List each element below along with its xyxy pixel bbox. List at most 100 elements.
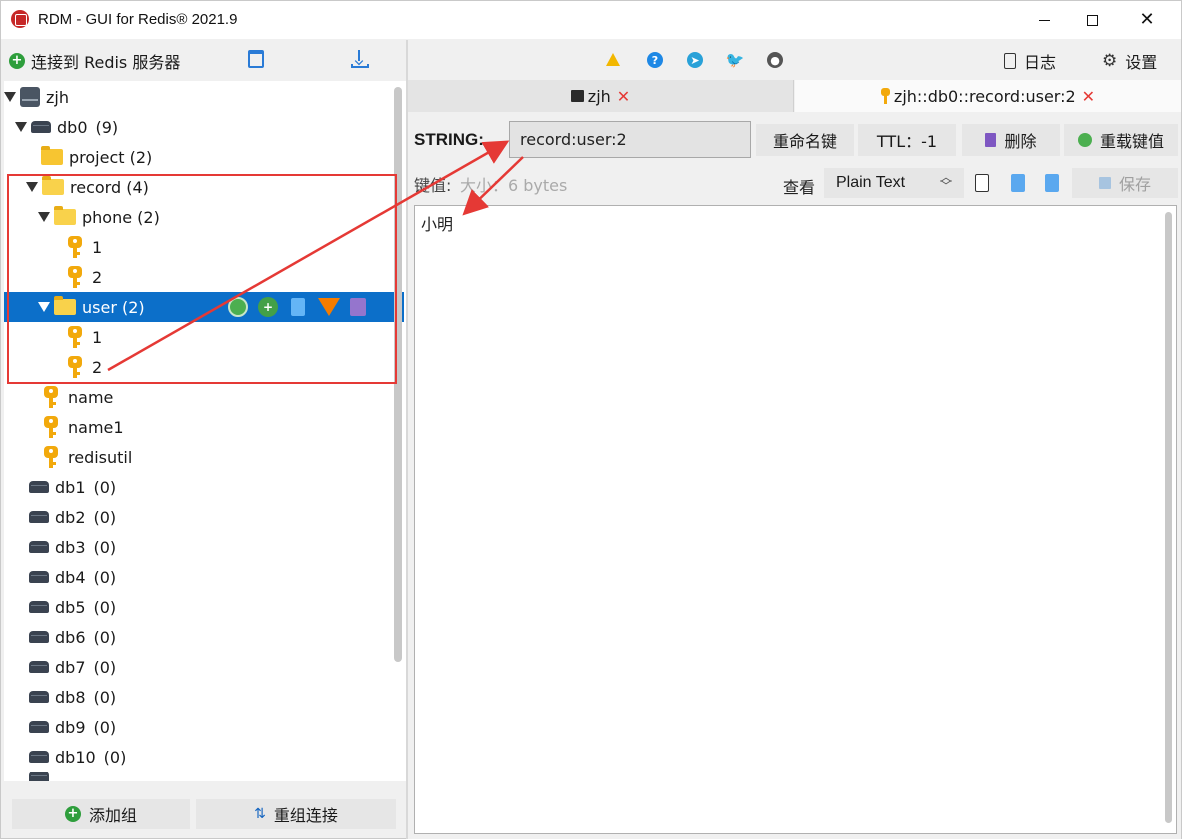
expand-arrow-icon[interactable] — [4, 92, 16, 102]
log-button[interactable]: 日志 — [1004, 49, 1056, 73]
db-label: db5 — [55, 597, 86, 617]
gear-icon: ⚙ — [1102, 51, 1118, 71]
trash-icon — [985, 133, 997, 147]
telegram-icon[interactable]: ➤ — [687, 52, 703, 68]
tree-node-label: name1 — [68, 417, 124, 437]
close-tab-icon[interactable]: ✕ — [1082, 87, 1095, 106]
copy-value-icon[interactable] — [975, 174, 989, 192]
delete-label: 删除 — [1004, 132, 1037, 151]
database-icon — [29, 511, 49, 523]
tree-db11-partial — [4, 772, 404, 781]
size-label: 大小：6 bytes — [460, 176, 568, 195]
db-label: db9 — [55, 717, 86, 737]
key-name-field[interactable]: record:user:2 — [509, 121, 751, 158]
tree-db0[interactable]: db0 (9) — [4, 112, 404, 142]
database-icon — [29, 772, 49, 781]
tree-key-name1[interactable]: name1 — [4, 412, 404, 442]
key-icon — [44, 386, 58, 408]
db-label: db2 — [55, 507, 86, 527]
database-icon — [29, 751, 49, 763]
expand-arrow-icon[interactable] — [15, 122, 27, 132]
add-group-button[interactable]: + 添加组 — [12, 799, 190, 829]
save-label: 保存 — [1118, 175, 1151, 194]
value-label: 键值: — [414, 176, 452, 195]
db-label: db6 — [55, 627, 86, 647]
db-count: (0) — [93, 567, 117, 587]
db-label: db7 — [55, 657, 86, 677]
key-icon — [880, 88, 890, 104]
close-tab-icon[interactable]: ✕ — [617, 87, 630, 106]
key-icon — [44, 416, 58, 438]
github-icon[interactable]: ● — [767, 52, 783, 68]
tab-console-zjh[interactable]: zjh ✕ — [408, 80, 794, 112]
db-count: (0) — [93, 717, 117, 737]
json-format-icon[interactable] — [1011, 174, 1025, 192]
twitter-icon[interactable]: 🐦 — [726, 51, 745, 69]
rename-label: 重命名键 — [772, 132, 837, 151]
tree-key-redisutil[interactable]: redisutil — [4, 442, 404, 472]
key-view-panel: STRING: record:user:2 重命名键 TTL：-1 删除 重载键… — [408, 112, 1181, 839]
main-header: ? ➤ 🐦 ● 日志 ⚙ 设置 — [408, 40, 1181, 80]
minimize-button[interactable] — [1021, 1, 1067, 39]
log-icon — [1004, 53, 1016, 69]
window-title: RDM - GUI for Redis® 2021.9 — [38, 11, 238, 28]
view-mode-select[interactable]: Plain Text ︿ ﹀ — [824, 168, 964, 198]
rename-key-button[interactable]: 重命名键 — [756, 124, 854, 156]
db-label: db3 — [55, 537, 86, 557]
plus-circle-icon: + — [64, 806, 81, 822]
tab-key-view[interactable]: zjh::db0::record:user:2 ✕ — [795, 80, 1181, 112]
db-label: db10 — [55, 747, 96, 767]
ttl-label: TTL：-1 — [876, 132, 938, 151]
save-button[interactable]: 保存 — [1072, 168, 1178, 198]
value-editor[interactable]: 小明 — [414, 205, 1177, 834]
export-icon[interactable] — [351, 50, 369, 68]
import-icon[interactable] — [248, 50, 264, 68]
warning-icon[interactable] — [606, 53, 620, 66]
database-icon — [29, 601, 49, 613]
app-window: RDM - GUI for Redis® 2021.9 ✕ + 连接到 Redi… — [0, 0, 1182, 839]
maximize-icon — [1086, 14, 1098, 26]
database-icon — [29, 721, 49, 733]
reconnect-icon: ⇅ — [254, 806, 266, 822]
reconnect-button[interactable]: ⇅ 重组连接 — [196, 799, 396, 829]
annotation-highlight-box — [7, 174, 397, 384]
tab-bar: zjh ✕ zjh::db0::record:user:2 ✕ — [408, 80, 1181, 112]
tree-db2[interactable]: db2 (0) — [4, 502, 404, 532]
connect-server-button[interactable]: + 连接到 Redis 服务器 — [9, 49, 180, 73]
tree-db4[interactable]: db4 (0) — [4, 562, 404, 592]
tree-db3[interactable]: db3 (0) — [4, 532, 404, 562]
db-count: (0) — [93, 687, 117, 707]
settings-label: 设置 — [1125, 53, 1158, 72]
tree-db9[interactable]: db9 (0) — [4, 712, 404, 742]
ttl-button[interactable]: TTL：-1 — [858, 124, 956, 156]
server-icon — [20, 87, 40, 107]
tree-db6[interactable]: db6 (0) — [4, 622, 404, 652]
db-label: db1 — [55, 477, 86, 497]
tree-folder-project[interactable]: project (2) — [4, 142, 404, 172]
save-icon — [1098, 177, 1111, 189]
tree-key-name[interactable]: name — [4, 382, 404, 412]
settings-button[interactable]: ⚙ 设置 — [1102, 49, 1157, 73]
tree-server-zjh[interactable]: zjh — [4, 82, 404, 112]
value-text[interactable]: 小明 — [421, 211, 453, 235]
folder-icon — [41, 146, 63, 165]
tree-db10[interactable]: db10 (0) — [4, 742, 404, 772]
close-window-button[interactable]: ✕ — [1124, 1, 1170, 39]
delete-key-button[interactable]: 删除 — [962, 124, 1060, 156]
editor-scrollbar[interactable] — [1165, 212, 1172, 823]
tree-db7[interactable]: db7 (0) — [4, 652, 404, 682]
reload-value-button[interactable]: 重载键值 — [1064, 124, 1178, 156]
maximize-button[interactable] — [1069, 1, 1115, 39]
tree-db1[interactable]: db1 (0) — [4, 472, 404, 502]
tree-db5[interactable]: db5 (0) — [4, 592, 404, 622]
database-icon — [29, 631, 49, 643]
view-mode-label: 查看 — [783, 178, 816, 197]
tree-db8[interactable]: db8 (0) — [4, 682, 404, 712]
key-type-label: STRING: — [414, 130, 484, 149]
add-group-label: 添加组 — [88, 806, 137, 825]
db-count: (0) — [93, 657, 117, 677]
help-icon[interactable]: ? — [647, 52, 663, 68]
db-label: db8 — [55, 687, 86, 707]
plus-circle-icon: + — [9, 53, 25, 69]
binary-format-icon[interactable] — [1045, 174, 1059, 192]
